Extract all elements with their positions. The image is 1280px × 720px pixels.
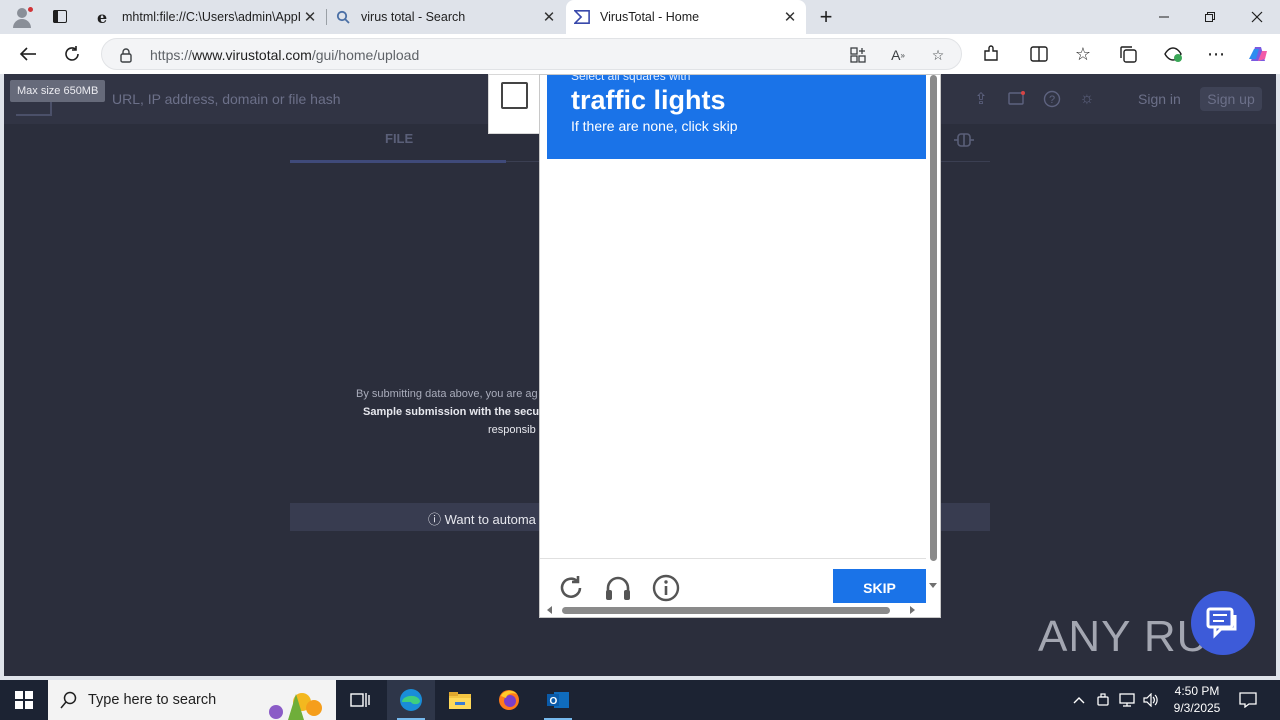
svg-text:e: e: [97, 9, 107, 25]
captcha-checkbox[interactable]: [501, 82, 528, 109]
show-hidden-icons[interactable]: [1069, 680, 1089, 720]
profile-icon[interactable]: [10, 5, 34, 29]
extensions-icon[interactable]: [977, 40, 1005, 68]
tab-bing-search[interactable]: virus total - Search ✕: [327, 0, 565, 34]
notification-center-icon[interactable]: [1236, 680, 1260, 720]
system-clock[interactable]: 4:50 PM 9/3/2025: [1164, 683, 1230, 717]
network-icon[interactable]: [1116, 680, 1138, 720]
audio-challenge-icon[interactable]: [603, 573, 633, 603]
tab-file[interactable]: FILE: [385, 131, 413, 146]
close-tab-icon[interactable]: ✕: [780, 7, 800, 27]
app-available-icon[interactable]: [848, 45, 868, 65]
captcha-header: Select all squares with traffic lights I…: [547, 75, 926, 159]
search-icon: [335, 9, 351, 25]
automate-text: ⓘ Want to automa: [428, 512, 536, 527]
upload-icon[interactable]: ⇪: [971, 89, 991, 109]
new-tab-button[interactable]: +: [815, 6, 837, 28]
collections-icon[interactable]: [1114, 40, 1142, 68]
close-tab-icon[interactable]: ✕: [539, 7, 559, 27]
svg-text:?: ?: [1049, 94, 1055, 106]
captcha-challenge: Select all squares with traffic lights I…: [539, 74, 941, 618]
file-explorer-icon[interactable]: [436, 680, 484, 720]
favorite-star-icon[interactable]: ☆: [928, 45, 948, 65]
search-highlight-icon: [258, 684, 334, 720]
help-icon[interactable]: ?: [1042, 89, 1062, 109]
search-icon: [60, 691, 78, 709]
virustotal-icon: [574, 9, 590, 25]
sign-in-link[interactable]: Sign in: [1138, 91, 1181, 107]
tab-mhtml[interactable]: e mhtml:file://C:\Users\admin\AppD ✕: [88, 0, 326, 34]
clock-time: 4:50 PM: [1174, 684, 1220, 698]
vertical-scrollbar[interactable]: [926, 75, 940, 603]
horizontal-scrollbar[interactable]: [540, 603, 940, 617]
close-window-button[interactable]: [1234, 0, 1280, 34]
tab-title: mhtml:file://C:\Users\admin\AppD: [122, 10, 300, 24]
browser-toolbar: https://www.virustotal.com/gui/home/uplo…: [0, 34, 1280, 74]
split-screen-icon[interactable]: [1025, 40, 1053, 68]
clock-date: 9/3/2025: [1173, 701, 1221, 715]
tab-title: virus total - Search: [361, 10, 466, 24]
taskbar-search-placeholder: Type here to search: [88, 692, 217, 708]
ie-icon: e: [96, 9, 112, 25]
windows-taskbar: Type here to search O 4:50 PM 9/3/2025: [0, 680, 1280, 720]
close-tab-icon[interactable]: ✕: [300, 7, 320, 27]
taskbar-search[interactable]: Type here to search: [48, 680, 336, 720]
copilot-icon[interactable]: [1244, 40, 1272, 68]
info-icon[interactable]: [651, 573, 681, 603]
active-tab-indicator: [290, 160, 506, 163]
device-icon[interactable]: [1093, 680, 1113, 720]
read-aloud-icon[interactable]: A»: [888, 45, 908, 65]
browser-tab-bar: e mhtml:file://C:\Users\admin\AppD ✕ vir…: [0, 0, 1280, 34]
notifications-icon[interactable]: [1007, 89, 1027, 109]
terms-text: By submitting data above, you are ag: [356, 388, 538, 400]
more-options-icon[interactable]: ⋯: [1202, 40, 1230, 68]
tab-title: VirusTotal - Home: [600, 10, 700, 24]
refresh-button[interactable]: [58, 40, 86, 68]
captcha-checkbox-frame: [488, 74, 540, 134]
svg-text:O: O: [550, 696, 558, 707]
address-bar[interactable]: https://www.virustotal.com/gui/home/uplo…: [101, 38, 962, 70]
outlook-icon[interactable]: O: [534, 680, 582, 720]
captcha-image-grid[interactable]: [540, 159, 926, 559]
captcha-footer-divider: [540, 558, 926, 559]
url-text: https://www.virustotal.com/gui/home/uplo…: [150, 47, 420, 63]
task-view-icon[interactable]: [336, 680, 384, 720]
back-button[interactable]: [14, 40, 42, 68]
terms-bold-text: Sample submission with the secu: [363, 406, 540, 418]
captcha-instruction: Select all squares with: [571, 74, 691, 83]
chat-button[interactable]: [1191, 591, 1255, 655]
tab-actions-icon[interactable]: [50, 7, 70, 27]
restore-button[interactable]: [1187, 0, 1233, 34]
start-button[interactable]: [0, 680, 48, 720]
captcha-hint: If there are none, click skip: [571, 118, 738, 134]
tab-virustotal-home[interactable]: VirusTotal - Home ✕: [566, 0, 806, 34]
volume-icon[interactable]: [1141, 680, 1161, 720]
intelligence-icon[interactable]: [953, 130, 975, 150]
max-size-tooltip: Max size 650MB: [10, 80, 106, 102]
sign-up-button[interactable]: Sign up: [1200, 87, 1262, 111]
theme-toggle-icon[interactable]: ☼: [1077, 89, 1097, 109]
captcha-target: traffic lights: [571, 85, 726, 115]
search-input[interactable]: URL, IP address, domain or file hash: [112, 91, 341, 107]
firefox-icon[interactable]: [485, 680, 533, 720]
reload-icon[interactable]: [556, 573, 586, 603]
browser-essentials-icon[interactable]: [1159, 40, 1187, 68]
edge-taskbar-icon[interactable]: [387, 680, 435, 720]
favorites-icon[interactable]: ☆: [1069, 40, 1097, 68]
terms-text-line3: responsib: [488, 424, 536, 436]
lock-icon[interactable]: [118, 47, 134, 63]
minimize-button[interactable]: [1141, 0, 1187, 34]
